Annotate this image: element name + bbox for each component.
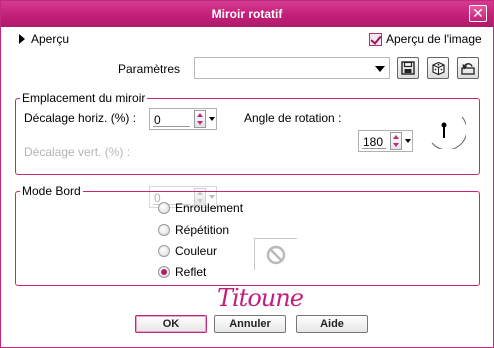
radio-enroulement[interactable]: Enroulement: [158, 201, 243, 215]
author-signature: Titoune: [217, 284, 304, 312]
angle-dial[interactable]: [422, 109, 466, 149]
ok-button[interactable]: OK: [135, 315, 207, 333]
save-icon: [401, 61, 415, 75]
rotation-angle-label: Angle de rotation :: [244, 111, 342, 125]
radio-button-icon: [158, 245, 170, 257]
cancel-button-label: Annuler: [229, 318, 271, 330]
checkbox-checked-icon: [369, 32, 382, 46]
window-title: Miroir rotatif: [211, 7, 283, 21]
edge-mode-legend: Mode Bord: [22, 184, 81, 198]
radio-label: Couleur: [175, 244, 218, 258]
dialog-window: Miroir rotatif ✕ Aperçu Aperçu de l'imag…: [0, 0, 494, 348]
expand-triangle-icon: [19, 34, 25, 44]
horizontal-offset-stepper[interactable]: 0: [149, 108, 217, 130]
rotation-angle-stepper[interactable]: 180: [358, 130, 413, 152]
rotation-angle-value: 180: [363, 135, 384, 149]
spin-arrows-icon[interactable]: [194, 110, 206, 128]
title-bar: Miroir rotatif ✕: [1, 1, 493, 27]
radio-reflet[interactable]: Reflet: [158, 265, 206, 279]
chevron-down-icon: [375, 66, 385, 72]
horizontal-offset-value: 0: [154, 113, 161, 127]
dropdown-arrow-icon[interactable]: [209, 117, 215, 121]
ok-button-label: OK: [162, 318, 180, 330]
randomize-button[interactable]: [427, 57, 449, 79]
no-color-icon: [266, 245, 286, 264]
help-button-label: Aide: [320, 318, 344, 330]
horizontal-offset-label: Décalage horiz. (%) :: [24, 111, 137, 125]
reset-button[interactable]: [457, 57, 479, 79]
image-preview-label: Aperçu de l'image: [386, 32, 482, 46]
radio-button-icon: [158, 224, 170, 236]
parameters-select[interactable]: [194, 57, 390, 79]
image-preview-checkbox[interactable]: Aperçu de l'image: [369, 32, 482, 46]
help-button[interactable]: Aide: [296, 315, 368, 333]
radio-couleur[interactable]: Couleur: [158, 244, 217, 258]
radio-label: Répétition: [175, 223, 230, 237]
color-swatch[interactable]: [254, 238, 297, 270]
parameters-label: Paramètres: [118, 62, 181, 76]
preview-toggle[interactable]: Aperçu: [19, 32, 69, 46]
radio-label: Reflet: [175, 265, 207, 279]
reset-icon: [461, 63, 475, 75]
value-underline: [362, 148, 386, 149]
close-icon: ✕: [472, 5, 484, 21]
preview-toggle-label: Aperçu: [31, 32, 70, 46]
close-button[interactable]: ✕: [469, 5, 487, 22]
radio-selected-icon: [158, 266, 170, 278]
radio-label: Enroulement: [175, 201, 244, 215]
radio-button-icon: [158, 202, 170, 214]
dropdown-arrow-icon[interactable]: [405, 139, 411, 143]
vertical-offset-label: Décalage vert. (%) :: [24, 145, 131, 159]
dice-icon: [431, 61, 445, 75]
edge-mode-group: Mode Bord: [15, 184, 480, 286]
value-underline: [153, 126, 190, 127]
radio-repetition[interactable]: Répétition: [158, 223, 229, 237]
spin-arrows-icon[interactable]: [390, 132, 402, 150]
save-preset-button[interactable]: [397, 57, 419, 79]
cancel-button[interactable]: Annuler: [214, 315, 286, 333]
mirror-location-legend: Emplacement du miroir: [22, 91, 146, 105]
